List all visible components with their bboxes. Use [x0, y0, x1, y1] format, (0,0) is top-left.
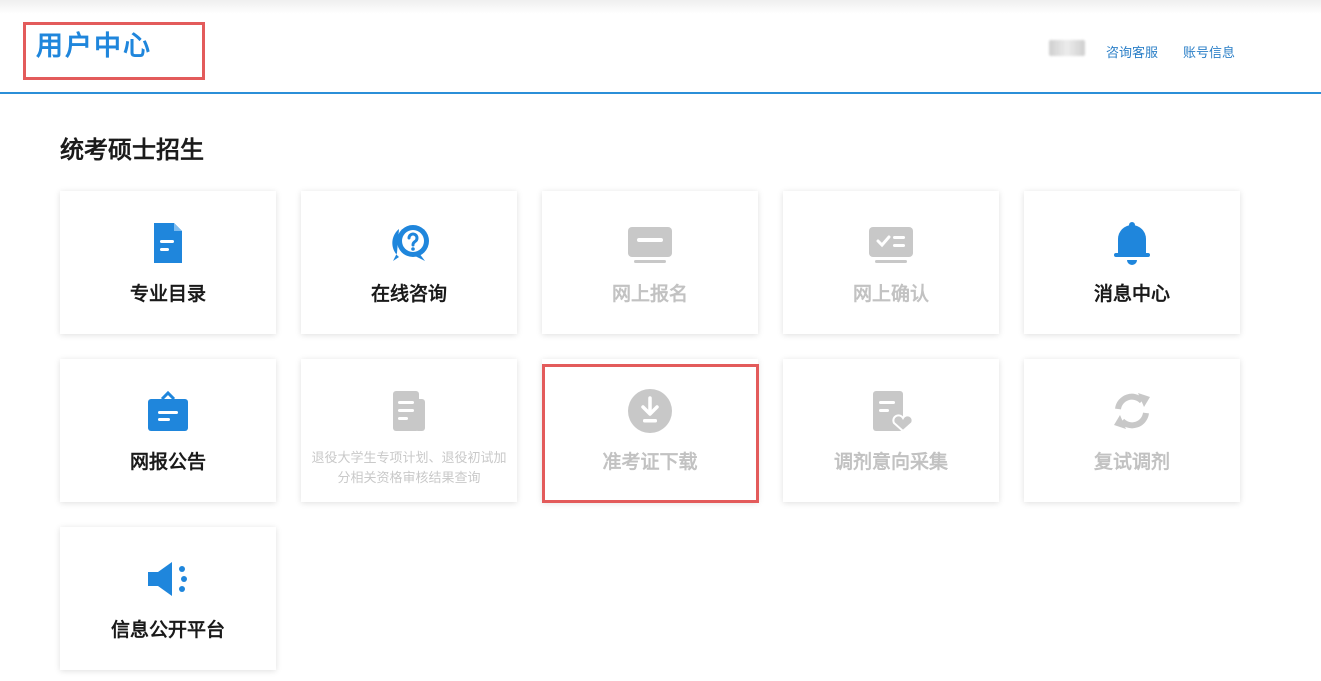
retest-transfer-card[interactable]: 复试调剂 [1024, 359, 1240, 502]
online-confirm-label: 网上确认 [852, 283, 929, 305]
consult-service-link[interactable]: 咨询客服 [1106, 42, 1158, 61]
info-platform-card[interactable]: 信息公开平台 [60, 527, 276, 670]
transfer-intent-card[interactable]: 调剂意向采集 [783, 359, 999, 502]
announcement-label: 网报公告 [129, 451, 206, 473]
confirm-card-icon [869, 227, 913, 263]
top-shadow [0, 0, 1321, 14]
bell-icon [1114, 222, 1150, 265]
document-heart-icon [873, 391, 914, 433]
header: 用户中心 咨询客服 账号信息 [0, 14, 1321, 94]
refresh-icon [1114, 393, 1150, 429]
online-register-card[interactable]: 网上报名 [542, 191, 758, 334]
online-consult-card[interactable]: 在线咨询 [301, 191, 517, 334]
question-bubble-icon [392, 225, 429, 261]
announcement-card[interactable]: 网报公告 [60, 359, 276, 502]
username-blurred [1049, 40, 1085, 56]
message-center-label: 消息中心 [1093, 283, 1170, 305]
veteran-query-card[interactable]: 退役大学生专项计划、退役初试加分相关资格审核结果查询 [301, 359, 517, 502]
download-icon [628, 389, 672, 433]
account-info-link[interactable]: 账号信息 [1183, 42, 1235, 61]
online-register-label: 网上报名 [611, 283, 688, 305]
admission-ticket-label: 准考证下载 [602, 451, 698, 473]
section-title: 统考硕士招生 [60, 136, 204, 164]
veteran-query-label: 退役大学生专项计划、退役初试加分相关资格审核结果查询 [311, 451, 507, 486]
page-title: 用户中心 [36, 31, 152, 62]
briefcase-icon [148, 390, 188, 431]
message-center-card[interactable]: 消息中心 [1024, 191, 1240, 334]
major-catalog-label: 专业目录 [129, 283, 206, 305]
admission-ticket-card[interactable]: 准考证下载 [542, 359, 758, 502]
online-confirm-card[interactable]: 网上确认 [783, 191, 999, 334]
transfer-intent-label: 调剂意向采集 [833, 451, 948, 473]
megaphone-icon [148, 562, 187, 596]
retest-transfer-label: 复试调剂 [1093, 451, 1170, 473]
id-card-icon [628, 227, 672, 263]
info-platform-label: 信息公开平台 [110, 619, 225, 641]
major-catalog-card[interactable]: 专业目录 [60, 191, 276, 334]
document-icon [154, 223, 182, 263]
document-list-icon [393, 391, 425, 431]
online-consult-label: 在线咨询 [370, 283, 447, 305]
